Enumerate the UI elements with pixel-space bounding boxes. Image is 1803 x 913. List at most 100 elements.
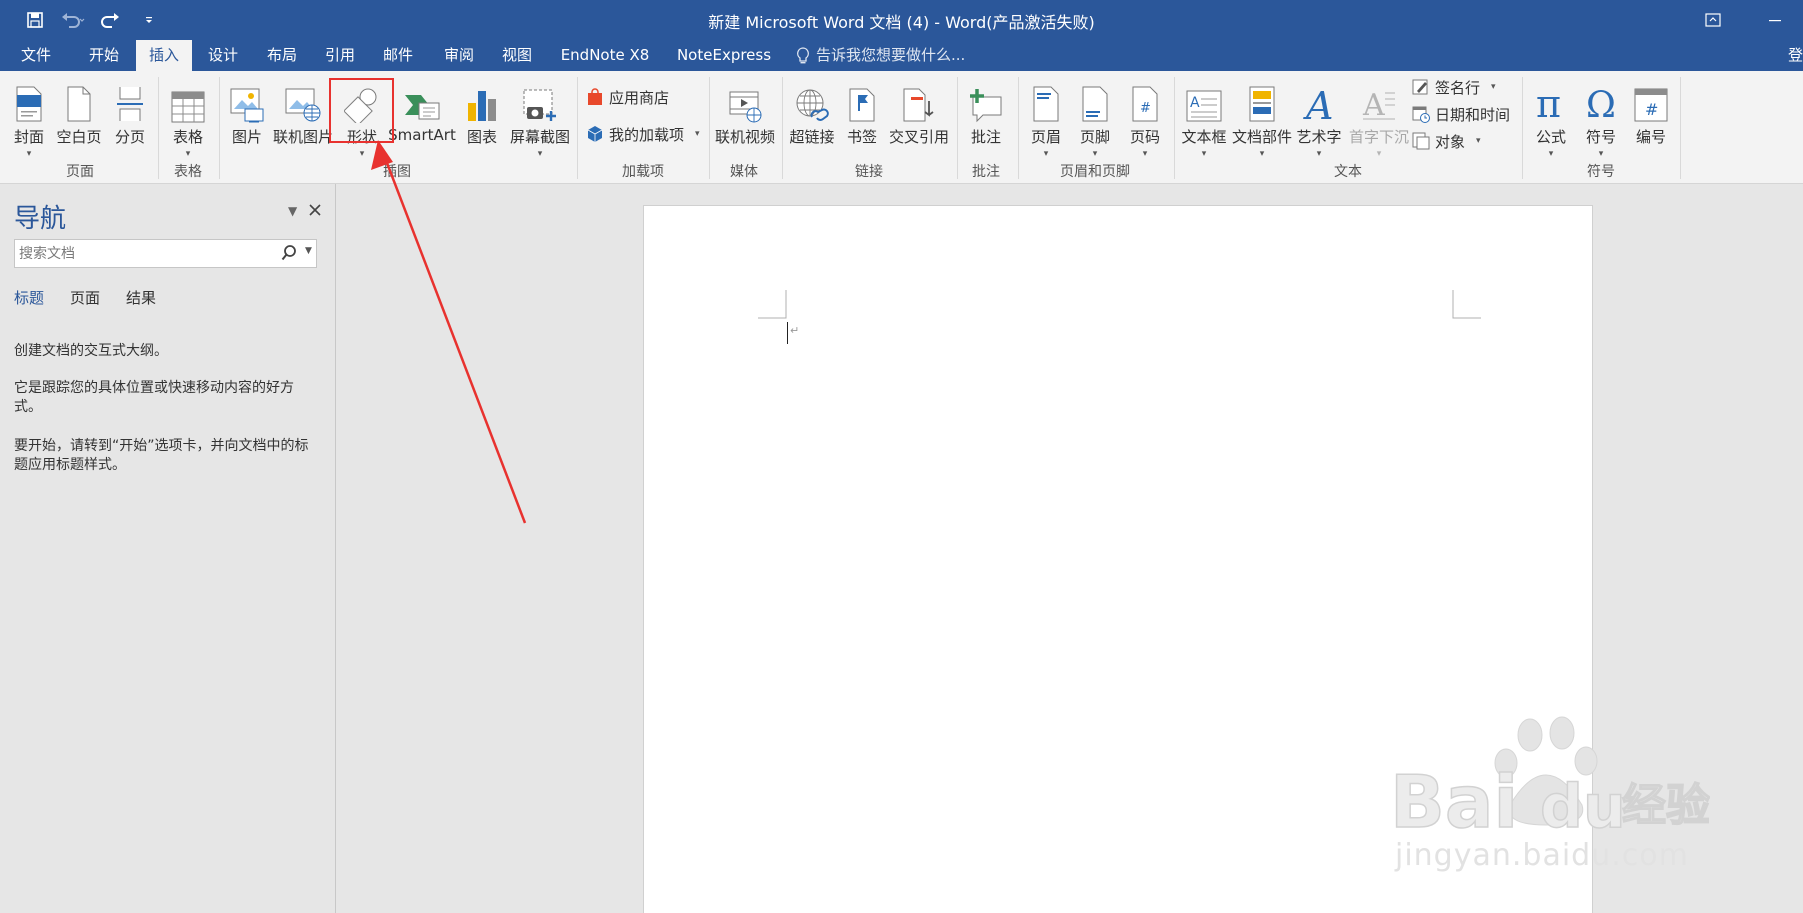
text-box-button[interactable]: A 文本框 ▾: [1180, 77, 1228, 161]
pi-icon: π: [1536, 85, 1561, 123]
screenshot-button[interactable]: 屏幕截图 ▾: [508, 77, 572, 161]
online-picture-icon: [285, 88, 321, 122]
nav-help-text-3: 要开始，请转到“开始”选项卡，并向文档中的标题应用标题样式。: [14, 438, 309, 473]
group-label-comments: 批注: [972, 164, 1000, 180]
footer-button[interactable]: 页脚 ▾: [1074, 77, 1116, 161]
search-options-dropdown[interactable]: ▼: [305, 246, 312, 256]
search-icon[interactable]: [281, 244, 297, 262]
nav-options-dropdown[interactable]: ▼: [288, 204, 297, 218]
picture-icon: [230, 88, 264, 123]
header-icon: [1033, 86, 1059, 122]
numbering-button[interactable]: # 编号: [1628, 77, 1674, 161]
tab-file[interactable]: 文件: [8, 40, 64, 71]
calendar-clock-icon: [1412, 106, 1430, 123]
comment-button[interactable]: 批注: [962, 77, 1010, 161]
symbol-button[interactable]: Ω 符号 ▾: [1578, 77, 1624, 161]
nav-tab-headings[interactable]: 标题: [14, 287, 44, 308]
tab-insert[interactable]: 插入: [136, 40, 192, 71]
title-bar: 新建 Microsoft Word 文档 (4) - Word(产品激活失败): [0, 0, 1803, 40]
navigation-pane: 导航 ▼ ▼ 标题 页面 结果 创建文档的交互式大纲。 它是跟踪您的具体位置或快…: [0, 184, 336, 913]
online-video-button[interactable]: 联机视频: [714, 77, 776, 161]
signature-pen-icon: [1412, 79, 1428, 95]
nav-search-box[interactable]: ▼: [14, 239, 317, 268]
hyperlink-globe-icon: [796, 89, 829, 121]
hyperlink-button[interactable]: 超链接: [787, 77, 837, 161]
sign-in-link-fragment[interactable]: 登: [1788, 40, 1803, 71]
crop-mark-top-right: [1452, 290, 1481, 319]
picture-button[interactable]: 图片: [226, 77, 268, 161]
store-bag-icon: [588, 88, 602, 105]
tell-me-text: 告诉我您想要做什么...: [816, 46, 966, 64]
nav-tabs: 标题 页面 结果: [14, 287, 156, 308]
svg-text:Bai: Bai: [1390, 760, 1518, 844]
bookmark-button[interactable]: 书签: [841, 77, 883, 161]
table-button[interactable]: 表格 ▾: [166, 77, 210, 161]
cross-reference-button[interactable]: 交叉引用: [886, 77, 952, 161]
cross-reference-icon: [903, 88, 934, 122]
signature-line-button[interactable]: 签名行 ▾: [1412, 75, 1496, 99]
tab-mailings[interactable]: 邮件: [372, 40, 424, 71]
svg-text:A: A: [1303, 85, 1333, 123]
group-label-illustrations: 插图: [383, 164, 411, 180]
equation-button[interactable]: π 公式 ▾: [1528, 77, 1574, 161]
omega-icon: Ω: [1586, 85, 1616, 123]
ribbon-display-options-button[interactable]: [1693, 6, 1733, 34]
group-label-media: 媒体: [730, 164, 758, 180]
shapes-button[interactable]: 形状 ▾: [336, 77, 388, 161]
window-title: 新建 Microsoft Word 文档 (4) - Word(产品激活失败): [708, 13, 1095, 32]
ribbon-tab-bar: 文件 开始 插入 设计 布局 引用 邮件 审阅 视图 EndNote X8 No…: [0, 40, 1803, 71]
cover-page-icon: [16, 86, 42, 122]
page-break-icon: [117, 87, 143, 121]
online-video-icon: [729, 91, 762, 123]
header-button[interactable]: 页眉 ▾: [1025, 77, 1067, 161]
tab-home[interactable]: 开始: [75, 40, 133, 71]
search-input[interactable]: [15, 240, 275, 267]
svg-text:#: #: [1140, 101, 1151, 116]
text-cursor: [787, 322, 788, 344]
svg-text:#: #: [1645, 100, 1658, 119]
nav-help-text-2: 它是跟踪您的具体位置或快速移动内容的好方式。: [14, 380, 294, 415]
tab-view[interactable]: 视图: [491, 40, 543, 71]
tab-design[interactable]: 设计: [196, 40, 250, 71]
wordart-button[interactable]: A 艺术字 ▾: [1294, 77, 1344, 161]
svg-text:A: A: [1190, 95, 1200, 111]
quick-parts-icon: [1249, 86, 1275, 122]
tab-endnote[interactable]: EndNote X8: [555, 40, 655, 71]
blank-page-button[interactable]: 空白页: [54, 77, 104, 161]
nav-close-button[interactable]: [308, 198, 322, 222]
tab-review[interactable]: 审阅: [433, 40, 485, 71]
minimize-icon: [1769, 20, 1781, 22]
page-number-button[interactable]: # 页码 ▾: [1124, 77, 1166, 161]
minimize-button[interactable]: [1755, 6, 1795, 34]
chart-button[interactable]: 图表: [458, 77, 506, 161]
smartart-button[interactable]: SmartArt: [388, 77, 456, 161]
word-window: 新建 Microsoft Word 文档 (4) - Word(产品激活失败) …: [0, 0, 1803, 913]
nav-tab-results[interactable]: 结果: [126, 287, 156, 308]
cover-page-button[interactable]: 封面 ▾: [8, 77, 50, 161]
my-addins-button[interactable]: 我的加载项 ▾: [586, 122, 700, 146]
drop-cap-button[interactable]: A 首字下沉 ▾: [1349, 77, 1409, 161]
shapes-icon: [344, 88, 377, 123]
online-picture-button[interactable]: 联机图片: [272, 77, 334, 161]
group-label-symbols: 符号: [1587, 164, 1615, 180]
lightbulb-icon: [797, 46, 809, 63]
quick-parts-button[interactable]: 文档部件 ▾: [1231, 77, 1293, 161]
nav-tab-pages[interactable]: 页面: [70, 287, 100, 308]
svg-text:A: A: [1362, 88, 1385, 123]
tab-noteexpress[interactable]: NoteExpress: [671, 40, 777, 71]
group-label-pages: 页面: [66, 164, 94, 180]
tab-references[interactable]: 引用: [314, 40, 366, 71]
ribbon-insert: 封面 ▾ 空白页 分页 页面 表格 ▾ 表格 图片 联机图片 形状 ▾ Smar…: [0, 71, 1803, 184]
blank-page-icon: [67, 86, 91, 122]
watermark-url: jingyan.baidu.com: [1395, 838, 1689, 873]
smartart-icon: [405, 95, 440, 120]
store-button[interactable]: 应用商店: [586, 85, 669, 109]
tab-layout[interactable]: 布局: [256, 40, 308, 71]
text-box-icon: A: [1186, 90, 1222, 122]
date-time-button[interactable]: 日期和时间: [1412, 102, 1510, 126]
tell-me-box[interactable]: 告诉我您想要做什么...: [796, 40, 965, 71]
group-label-header-footer: 页眉和页脚: [1060, 164, 1130, 180]
page-break-button[interactable]: 分页: [108, 77, 152, 161]
svg-text:π: π: [1536, 85, 1561, 123]
object-button[interactable]: 对象 ▾: [1412, 129, 1481, 153]
